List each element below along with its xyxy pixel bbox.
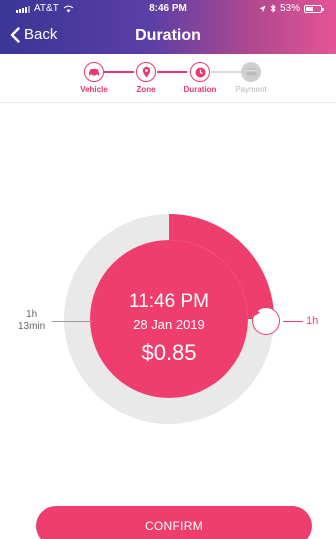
- header: AT&T 8:46 PM 53% Back Duration: [0, 0, 336, 54]
- step-label: Zone: [136, 85, 156, 94]
- bluetooth-icon: [270, 4, 276, 13]
- dial-summary: 11:46 PM 28 Jan 2019 $0.85: [90, 240, 248, 398]
- battery-icon: [304, 4, 324, 13]
- handle-tick: [283, 321, 303, 322]
- location-arrow-icon: [259, 5, 266, 12]
- play-icon: [254, 308, 260, 317]
- confirm-button[interactable]: CONFIRM: [36, 506, 312, 539]
- nav-bar: Back Duration: [0, 20, 336, 54]
- handle-duration-label: 1h: [306, 315, 319, 327]
- status-bar: AT&T 8:46 PM 53%: [0, 0, 336, 18]
- step-zone[interactable]: Zone: [116, 62, 176, 94]
- page-title: Duration: [135, 27, 201, 44]
- step-payment[interactable]: Payment: [221, 62, 281, 94]
- battery-fill: [306, 6, 313, 11]
- duration-screen: AT&T 8:46 PM 53% Back Duration Vehicle Z…: [0, 0, 336, 539]
- duration-marker-hours: 1h: [26, 309, 38, 320]
- dial-handle[interactable]: [253, 308, 279, 334]
- end-date: 28 Jan 2019: [133, 317, 205, 332]
- duration-marker-label: 1h 13min: [18, 309, 45, 333]
- status-right: 53%: [259, 3, 324, 14]
- step-label: Payment: [235, 85, 267, 94]
- clock-icon: [190, 62, 210, 82]
- duration-dial[interactable]: 11:46 PM 28 Jan 2019 $0.85: [63, 213, 279, 425]
- end-time: 11:46 PM: [129, 291, 209, 312]
- car-icon: [84, 62, 104, 82]
- step-vehicle[interactable]: Vehicle: [64, 62, 124, 94]
- duration-marker-tick: [52, 321, 92, 322]
- location-pin-icon: [136, 62, 156, 82]
- step-label: Vehicle: [80, 85, 108, 94]
- duration-marker-minutes: 13min: [18, 321, 46, 332]
- price: $0.85: [141, 340, 197, 365]
- progress-stepper: Vehicle Zone Duration Payment: [0, 54, 336, 103]
- battery-percent: 53%: [279, 3, 300, 14]
- card-icon: [241, 62, 261, 82]
